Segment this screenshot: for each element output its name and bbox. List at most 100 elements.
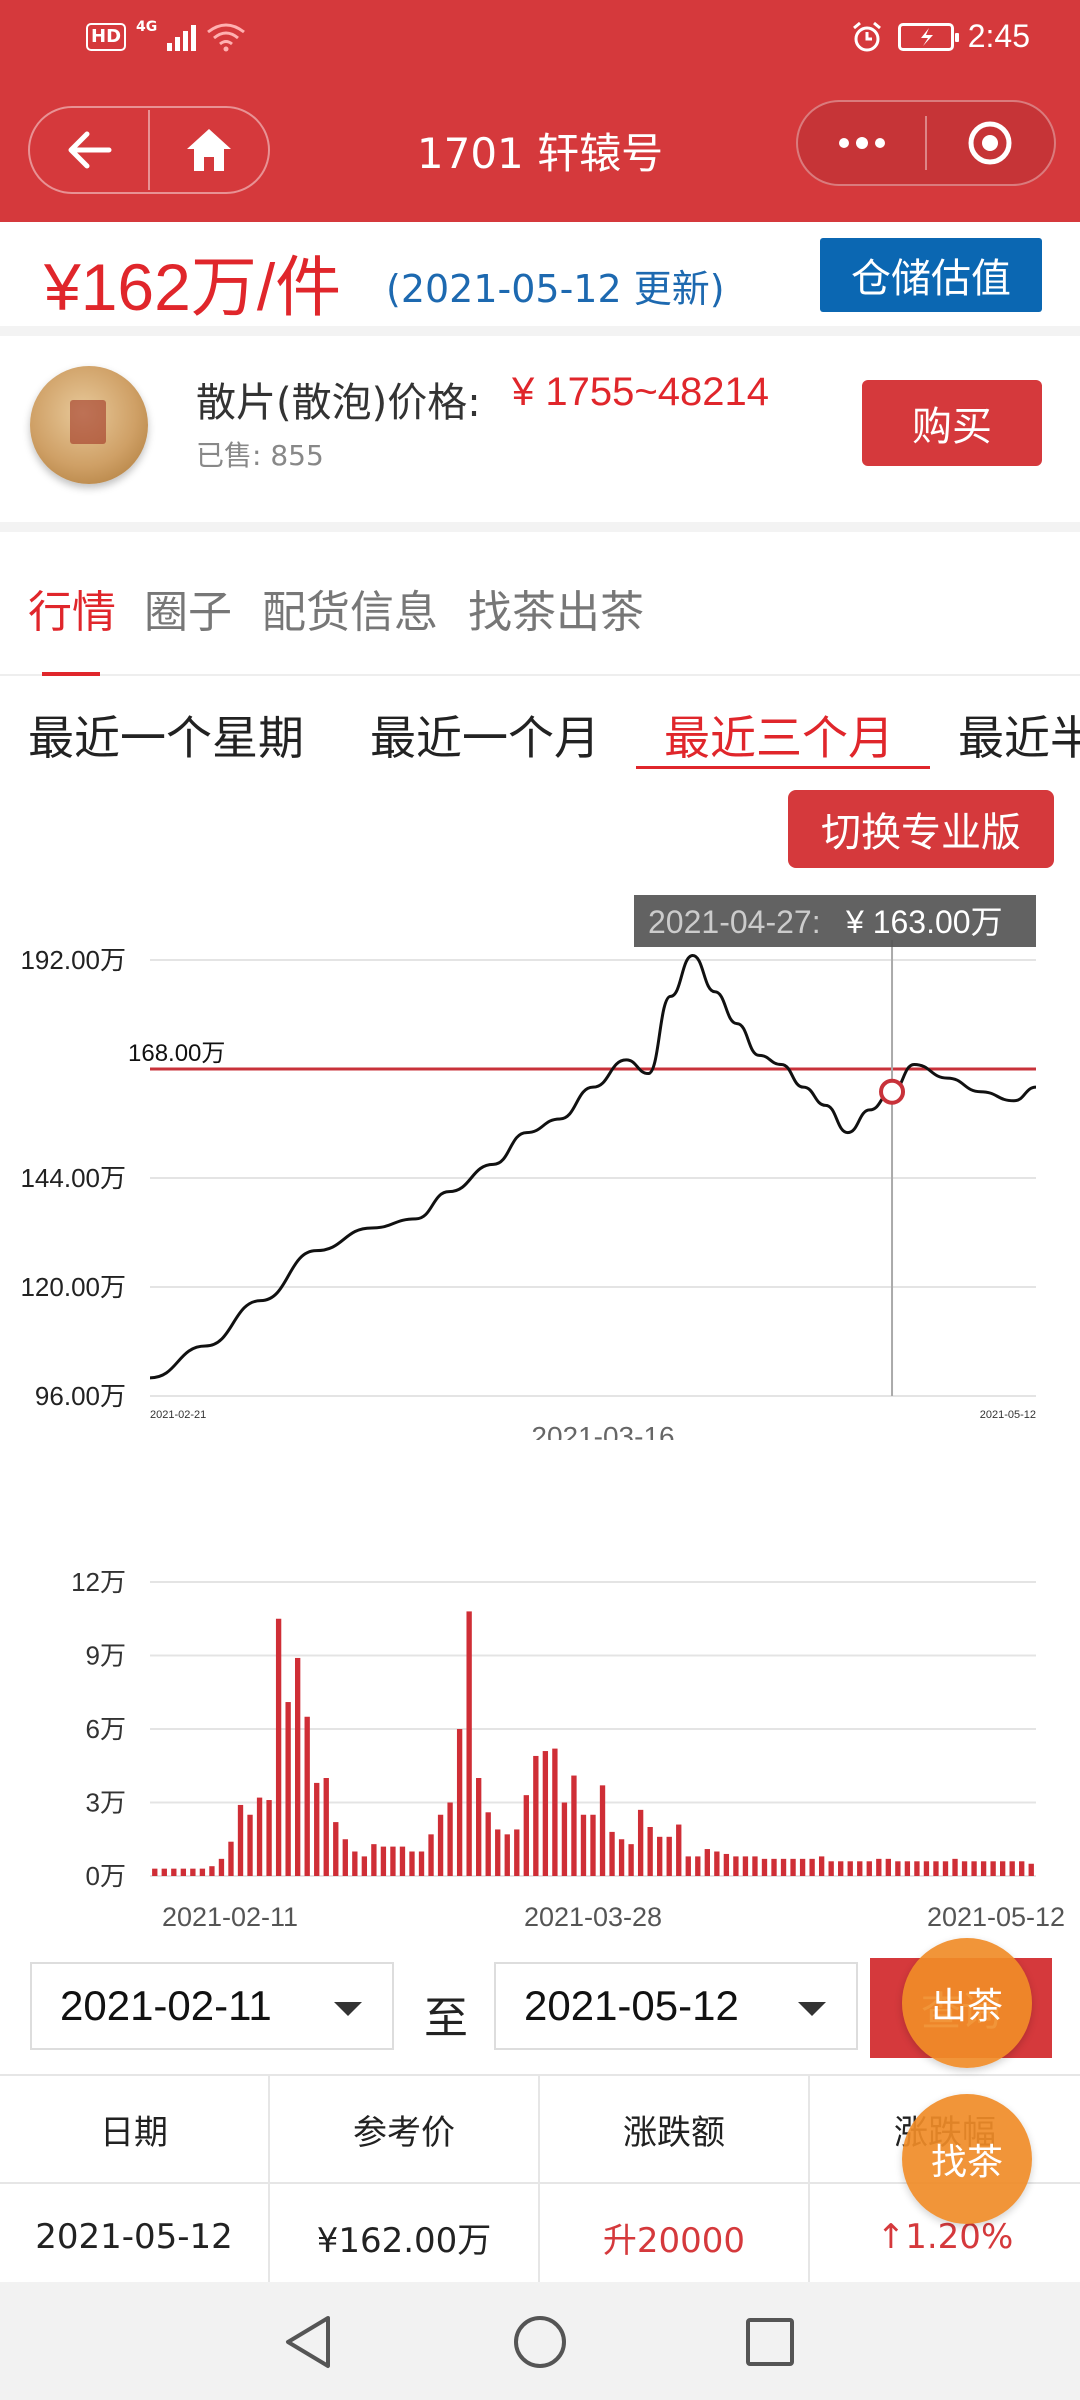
volume-bar (999, 1861, 1006, 1876)
volume-bar (275, 1618, 282, 1876)
price-series-line (149, 953, 1037, 1380)
volume-bar (580, 1814, 587, 1876)
volume-bar-chart[interactable]: 12万 9万 6万 3万 0万 2021-02-11 2021-03-28 2021-05-… (0, 1540, 1080, 1940)
x-end-label: 2021-05-12 (980, 1409, 1036, 1421)
volume-bar (637, 1809, 644, 1876)
header-date: 日期 (0, 2076, 270, 2182)
volume-bar (809, 1858, 815, 1876)
volume-bar (980, 1861, 987, 1876)
period-week[interactable]: 最近一个星期 (28, 702, 304, 768)
volume-bar (971, 1861, 977, 1876)
start-date-picker[interactable]: 2021-02-11 (30, 1962, 394, 2050)
price-line-chart[interactable]: 192.00万 144.00万 120.00万 96.00万 168.00万 2021… (0, 880, 1080, 1440)
volume-bar (933, 1861, 939, 1876)
nav-home-icon[interactable] (512, 2314, 568, 2370)
volume-bar (657, 1836, 663, 1876)
buy-button[interactable]: 购买 (862, 380, 1042, 466)
tooltip-value: ¥ 163.00万 (845, 904, 1003, 940)
tab-market[interactable]: 行情 (28, 576, 116, 640)
cell-date: 2021-05-12 (0, 2184, 270, 2290)
volume-bar (161, 1868, 167, 1876)
tab-allocation-info[interactable]: 配货信息 (262, 576, 438, 640)
product-card: 散片(散泡)价格: ¥ 1755~48214 已售: 855 购买 (0, 336, 1080, 522)
more-dots-icon (838, 137, 885, 149)
volume-bar (228, 1841, 234, 1876)
volume-bar (371, 1844, 377, 1876)
volume-bar (1028, 1863, 1034, 1876)
status-bar: HD 4G 2:45 (0, 0, 1080, 80)
volume-bar (390, 1846, 396, 1876)
y-tick-label: 144.00万 (20, 1163, 126, 1193)
nav-recents-icon[interactable] (744, 2316, 796, 2368)
reference-line-label: 168.00万 (128, 1040, 225, 1067)
volume-bar (304, 1716, 310, 1876)
tab-circle[interactable]: 圈子 (144, 576, 232, 640)
miniprogram-capsule (796, 100, 1056, 186)
y-tick-label: 9万 (86, 1641, 126, 1671)
volume-bar (437, 1814, 444, 1876)
volume-bar (685, 1856, 691, 1876)
hd-icon: HD (86, 23, 127, 51)
volume-bar (780, 1858, 787, 1876)
volume-bar (190, 1868, 196, 1876)
volume-bar (294, 1657, 301, 1876)
target-icon (968, 121, 1012, 165)
volume-bar (714, 1851, 720, 1876)
header-change-amount: 涨跌额 (540, 2076, 810, 2182)
loose-price-range: ¥ 1755~48214 (512, 370, 769, 414)
volume-bar (218, 1858, 225, 1876)
period-half-year[interactable]: 最近半 (958, 702, 1080, 768)
divider (0, 326, 1080, 336)
volume-bar (495, 1829, 501, 1876)
volume-bar (590, 1814, 596, 1876)
x-axis-label: 2021-02-11 (162, 1902, 298, 1932)
product-thumbnail[interactable] (30, 366, 148, 484)
system-nav-bar (0, 2282, 1080, 2400)
volume-bar (895, 1861, 901, 1876)
volume-bar (476, 1778, 482, 1876)
volume-bar (695, 1856, 701, 1876)
find-tea-fab[interactable]: 找茶 (902, 2094, 1032, 2224)
signal-icon (167, 23, 197, 51)
volume-bar (209, 1866, 215, 1876)
volume-bar (1019, 1861, 1025, 1876)
volume-bar (533, 1755, 539, 1876)
volume-bar (666, 1836, 672, 1876)
sold-count: 已售: 855 (196, 439, 324, 472)
start-date-value: 2021-02-11 (60, 1982, 272, 2029)
divider (0, 522, 1080, 532)
volume-bar (990, 1861, 996, 1876)
active-period-indicator (636, 766, 930, 769)
more-button[interactable] (798, 102, 925, 184)
volume-bar (818, 1856, 825, 1876)
x-start-label: 2021-02-21 (150, 1409, 206, 1421)
period-month[interactable]: 最近一个月 (370, 702, 600, 768)
storage-valuation-button[interactable]: 仓储估值 (820, 238, 1042, 312)
network-type: 4G (136, 19, 158, 35)
tab-find-tea[interactable]: 找茶出茶 (468, 576, 644, 640)
volume-bar (1009, 1861, 1015, 1876)
sell-tea-fab[interactable]: 出茶 (902, 1938, 1032, 2068)
volume-bar (961, 1861, 968, 1876)
chevron-down-icon (798, 2002, 826, 2016)
volume-bar (723, 1853, 730, 1876)
volume-bar (904, 1861, 911, 1876)
switch-pro-button[interactable]: 切换专业版 (788, 790, 1054, 868)
volume-bar (523, 1795, 529, 1876)
volume-bar (866, 1861, 872, 1876)
volume-bar (676, 1824, 682, 1876)
close-miniprogram-button[interactable] (927, 102, 1054, 184)
y-tick-label: 96.00万 (35, 1381, 126, 1411)
wifi-icon (207, 23, 246, 52)
period-three-months[interactable]: 最近三个月 (664, 702, 894, 768)
volume-bar (618, 1839, 625, 1876)
volume-bar (942, 1861, 949, 1876)
volume-bar (456, 1729, 463, 1876)
selected-point-marker (879, 1078, 906, 1105)
volume-bar (799, 1858, 806, 1876)
volume-bar (704, 1849, 710, 1876)
volume-bar (333, 1822, 339, 1876)
nav-back-icon[interactable] (282, 2314, 336, 2370)
end-date-picker[interactable]: 2021-05-12 (494, 1962, 858, 2050)
volume-bar (752, 1856, 758, 1876)
